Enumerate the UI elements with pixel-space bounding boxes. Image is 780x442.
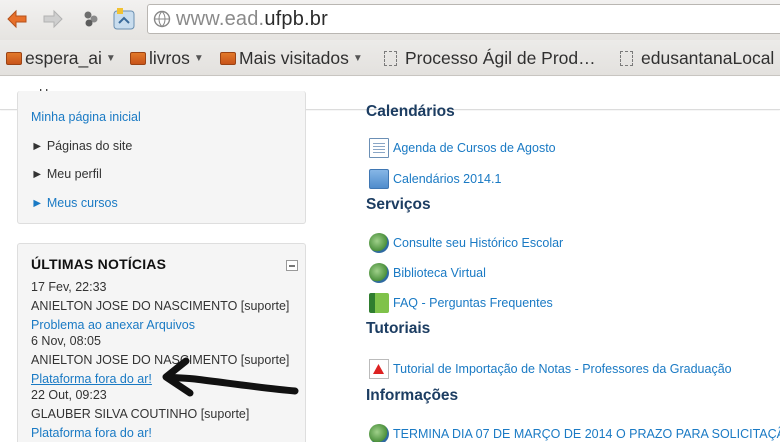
resource-link[interactable]: Agenda de Cursos de Agosto <box>369 138 556 158</box>
resource-label: Biblioteca Virtual <box>393 266 486 280</box>
folder-icon <box>369 169 389 189</box>
bookmark-processo-agil[interactable]: Processo Ágil de Prod… <box>384 48 596 69</box>
bookmark-livros[interactable]: livros ▼ <box>130 48 204 69</box>
pdf-icon <box>369 359 389 379</box>
bookmark-label: livros <box>149 48 190 68</box>
bookmark-label: Mais visitados <box>239 48 349 68</box>
news-date: 17 Fev, 22:33 <box>31 280 107 294</box>
bookmarks-bar: espera_ai ▼ livros ▼ Mais visitados ▼ Pr… <box>0 40 780 76</box>
url-globe-icon <box>367 422 389 442</box>
home-button-icon[interactable] <box>111 6 137 32</box>
resource-link[interactable]: Tutorial de Importação de Notas - Profes… <box>369 359 732 379</box>
folder-icon <box>220 52 236 65</box>
my-courses-item[interactable]: ► Meus cursos <box>31 196 118 210</box>
news-subject-link[interactable]: Plataforma fora do ar! <box>31 426 152 440</box>
resource-label: FAQ - Perguntas Frequentes <box>393 296 553 310</box>
resource-link[interactable]: FAQ - Perguntas Frequentes <box>369 293 553 313</box>
resource-label: Agenda de Cursos de Agosto <box>393 141 556 155</box>
resource-link[interactable]: Calendários 2014.1 <box>369 169 501 189</box>
page-icon <box>620 51 633 66</box>
bookmark-label: espera_ai <box>25 48 102 68</box>
news-subject-link[interactable]: Plataforma fora do ar! <box>31 372 152 386</box>
news-author: GLAUBER SILVA COUTINHO [suporte] <box>31 407 250 421</box>
url-domain: ufpb.br <box>264 8 328 30</box>
information-heading: Informações <box>366 387 459 404</box>
url-prefix: www.ead. <box>176 8 265 30</box>
navigation-block: Minha página inicial ► Páginas do site ►… <box>17 91 306 224</box>
resource-label: Consulte seu Histórico Escolar <box>393 236 564 250</box>
services-heading: Serviços <box>366 196 431 213</box>
collapse-block-icon[interactable] <box>286 260 298 271</box>
back-arrow-icon[interactable] <box>4 6 30 32</box>
news-date: 6 Nov, 08:05 <box>31 334 101 348</box>
forward-arrow-icon[interactable] <box>40 6 66 32</box>
browser-toolbar: www.ead.ufpb.br <box>0 0 780 40</box>
resource-label: TERMINA DIA 07 DE MARÇO DE 2014 O PRAZO … <box>393 427 780 441</box>
folder-icon <box>130 52 146 65</box>
bookmark-label: Processo Ágil de Prod… <box>405 48 596 68</box>
resource-link[interactable]: Biblioteca Virtual <box>367 261 486 283</box>
bookmark-mais-visitados[interactable]: Mais visitados ▼ <box>220 48 363 69</box>
bookmark-edusantanalocal[interactable]: edusantanaLocal <box>620 48 774 69</box>
my-profile-item[interactable]: ► Meu perfil <box>31 167 102 181</box>
news-date: 22 Out, 09:23 <box>31 388 107 402</box>
folder-icon <box>6 52 22 65</box>
bookmark-espera-ai[interactable]: espera_ai ▼ <box>6 48 116 69</box>
resource-link[interactable]: Consulte seu Histórico Escolar <box>367 231 564 253</box>
bookmark-label: edusantanaLocal <box>641 48 775 68</box>
tutorials-heading: Tutoriais <box>366 320 431 337</box>
page-content: Minha página inicial ► Páginas do site ►… <box>0 91 780 442</box>
url-globe-icon <box>367 231 389 253</box>
document-icon <box>369 138 389 158</box>
chevron-down-icon: ▼ <box>105 53 116 64</box>
page-icon <box>384 51 397 66</box>
site-pages-item[interactable]: ► Páginas do site <box>31 139 132 153</box>
news-author: ANIELTON JOSE DO NASCIMENTO [suporte] <box>31 299 290 313</box>
resource-link[interactable]: TERMINA DIA 07 DE MARÇO DE 2014 O PRAZO … <box>367 422 780 442</box>
chevron-down-icon: ▼ <box>193 53 204 64</box>
book-icon <box>369 293 389 313</box>
resource-label: Calendários 2014.1 <box>393 172 502 186</box>
news-title: ÚLTIMAS NOTÍCIAS <box>31 256 167 272</box>
calendars-heading: Calendários <box>366 103 455 120</box>
site-info-icon[interactable] <box>153 10 171 28</box>
chevron-down-icon: ▼ <box>352 53 363 64</box>
my-page-link[interactable]: Minha página inicial <box>31 110 141 124</box>
resource-label: Tutorial de Importação de Notas - Profes… <box>393 362 732 376</box>
hand-drawn-arrow-icon <box>162 357 299 397</box>
url-globe-icon <box>367 261 389 283</box>
extension-icon[interactable] <box>78 6 104 32</box>
news-subject-link[interactable]: Problema ao anexar Arquivos <box>31 318 195 332</box>
url-bar[interactable]: www.ead.ufpb.br <box>147 4 780 34</box>
latest-news-block: ÚLTIMAS NOTÍCIAS 17 Fev, 22:33 ANIELTON … <box>17 243 306 442</box>
